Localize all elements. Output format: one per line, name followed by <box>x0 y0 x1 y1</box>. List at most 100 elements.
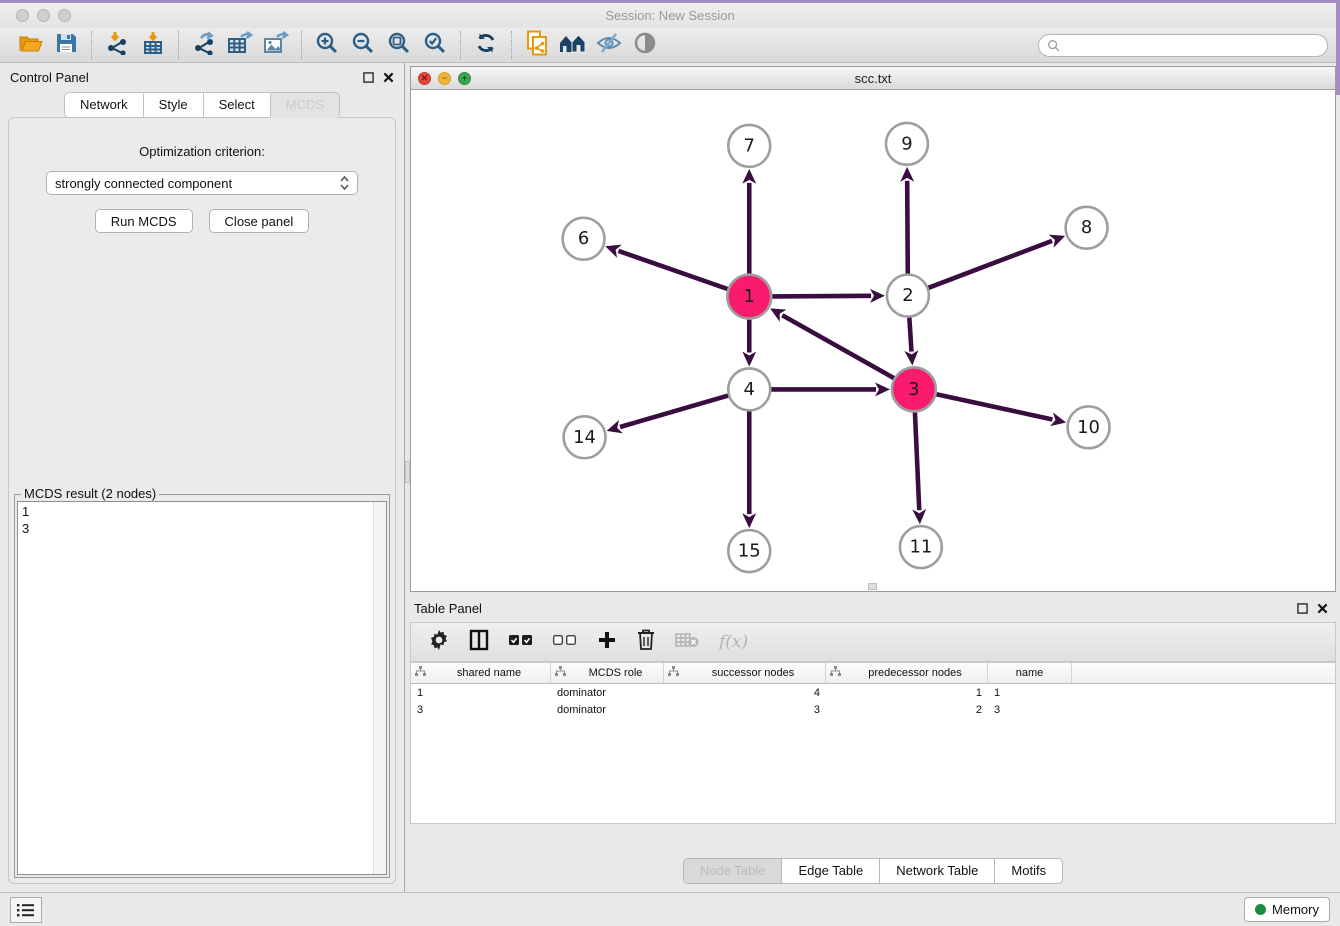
graph-node-14[interactable]: 14 <box>564 416 606 458</box>
edge-1-2[interactable] <box>772 296 871 297</box>
optimization-criterion-label: Optimization criterion: <box>9 144 395 159</box>
hierarchy-icon <box>830 666 841 680</box>
paste-network-button[interactable] <box>519 31 555 59</box>
list-icon <box>17 903 35 917</box>
window-resize-handle[interactable] <box>868 583 877 590</box>
result-scrollbar[interactable] <box>373 502 386 874</box>
graph-node-7[interactable]: 7 <box>728 125 770 167</box>
cell-MCDS-role[interactable]: dominator <box>551 687 664 699</box>
column-header-MCDS-role[interactable]: MCDS role <box>551 663 664 683</box>
column-visibility-button[interactable] <box>469 629 489 656</box>
delete-column-button[interactable] <box>637 629 655 656</box>
control-panel-tabs: NetworkStyleSelectMCDS <box>0 92 404 118</box>
function-builder-icon: f(x) <box>719 632 748 652</box>
node-label: 8 <box>1081 217 1092 238</box>
close-table-panel-icon[interactable] <box>1317 603 1328 614</box>
close-panel-button[interactable]: Close panel <box>209 209 310 233</box>
desktop-edge-top <box>0 0 1340 3</box>
edge-3-10[interactable] <box>936 394 1052 419</box>
search-input[interactable] <box>1065 38 1319 52</box>
cell-shared-name[interactable]: 1 <box>411 687 551 699</box>
cell-MCDS-role[interactable]: dominator <box>551 704 664 716</box>
export-network-button[interactable] <box>186 31 222 59</box>
add-column-button[interactable] <box>597 630 617 655</box>
zoom-selected-button[interactable] <box>417 31 453 59</box>
network-canvas[interactable]: 7 9 6 8 1 2 4 3 14 10 15 11 <box>411 90 1335 591</box>
task-history-button[interactable] <box>10 897 42 923</box>
cell-predecessor-nodes[interactable]: 1 <box>826 687 988 699</box>
network-overview-button[interactable] <box>555 31 591 59</box>
mcds-result-text[interactable]: 13 <box>17 501 387 875</box>
column-header-successor-nodes[interactable]: successor nodes <box>664 663 826 683</box>
cell-predecessor-nodes[interactable]: 2 <box>826 704 988 716</box>
graph-node-11[interactable]: 11 <box>900 526 942 568</box>
tab-style[interactable]: Style <box>143 92 204 118</box>
column-header-shared-name[interactable]: shared name <box>411 663 551 683</box>
network-window-titlebar[interactable]: ✕ − + scc.txt <box>411 67 1335 90</box>
graph-node-10[interactable]: 10 <box>1068 406 1110 448</box>
cell-shared-name[interactable]: 3 <box>411 704 551 716</box>
edge-1-6[interactable] <box>618 251 727 289</box>
zoom-fit-button[interactable] <box>381 31 417 59</box>
edge-3-1[interactable] <box>782 315 894 378</box>
close-panel-icon[interactable] <box>383 72 394 83</box>
tab-network[interactable]: Network <box>64 92 144 118</box>
zoom-out-button[interactable] <box>345 31 381 59</box>
network-graph[interactable]: 7 9 6 8 1 2 4 3 14 10 15 11 <box>411 90 1335 591</box>
graph-node-6[interactable]: 6 <box>563 218 605 260</box>
hide-graphics-details-icon <box>596 32 622 59</box>
zoom-in-button[interactable] <box>309 31 345 59</box>
cell-successor-nodes[interactable]: 3 <box>664 704 826 716</box>
save-session-button[interactable] <box>48 31 84 59</box>
search-box[interactable] <box>1038 34 1328 57</box>
export-image-button[interactable] <box>258 31 294 59</box>
table-row[interactable]: 3dominator323 <box>411 701 1335 718</box>
export-table-button[interactable] <box>222 31 258 59</box>
open-file-button[interactable] <box>12 31 48 59</box>
column-header-name[interactable]: name <box>988 663 1072 683</box>
graph-node-4[interactable]: 4 <box>728 368 770 410</box>
tab-network-table[interactable]: Network Table <box>879 858 995 884</box>
memory-button[interactable]: Memory <box>1244 897 1330 922</box>
tab-edge-table[interactable]: Edge Table <box>781 858 880 884</box>
hierarchy-icon <box>555 666 566 680</box>
edge-3-11[interactable] <box>915 412 919 510</box>
float-table-panel-icon[interactable] <box>1297 603 1308 614</box>
tab-mcds[interactable]: MCDS <box>270 92 340 118</box>
cell-name[interactable]: 1 <box>988 687 1072 699</box>
table-panel-header: Table Panel <box>410 595 1336 621</box>
graph-node-9[interactable]: 9 <box>886 123 928 165</box>
graph-node-8[interactable]: 8 <box>1066 207 1108 249</box>
graph-node-1[interactable]: 1 <box>727 275 771 319</box>
select-all-checkboxes-button[interactable] <box>509 633 533 651</box>
criterion-dropdown[interactable]: strongly connected component <box>46 171 358 195</box>
toolbar-separator <box>178 31 179 59</box>
table-settings-gear-button[interactable] <box>429 630 449 655</box>
column-visibility-icon <box>469 629 489 656</box>
graph-node-15[interactable]: 15 <box>728 530 770 572</box>
edge-4-14[interactable] <box>620 396 728 427</box>
node-label: 7 <box>744 135 755 156</box>
import-table-button[interactable] <box>135 31 171 59</box>
edge-2-9[interactable] <box>907 181 908 274</box>
edge-2-8[interactable] <box>928 241 1052 288</box>
tab-select[interactable]: Select <box>203 92 271 118</box>
run-mcds-button[interactable]: Run MCDS <box>95 209 193 233</box>
column-header-predecessor-nodes[interactable]: predecessor nodes <box>826 663 988 683</box>
show-graphics-details-button[interactable] <box>627 31 663 59</box>
table-row[interactable]: 1dominator411 <box>411 684 1335 701</box>
float-panel-icon[interactable] <box>363 72 374 83</box>
tab-motifs[interactable]: Motifs <box>994 858 1063 884</box>
edge-2-3[interactable] <box>909 318 911 352</box>
zoom-fit-icon <box>387 31 411 60</box>
cell-name[interactable]: 3 <box>988 704 1072 716</box>
graph-node-3[interactable]: 3 <box>892 367 936 411</box>
export-table-icon <box>227 31 253 60</box>
hide-graphics-details-button[interactable] <box>591 31 627 59</box>
import-network-button[interactable] <box>99 31 135 59</box>
deselect-all-checkboxes-button[interactable] <box>553 633 577 651</box>
tab-node-table[interactable]: Node Table <box>683 858 783 884</box>
graph-node-2[interactable]: 2 <box>887 275 929 317</box>
cell-successor-nodes[interactable]: 4 <box>664 687 826 699</box>
refresh-view-button[interactable] <box>468 31 504 59</box>
